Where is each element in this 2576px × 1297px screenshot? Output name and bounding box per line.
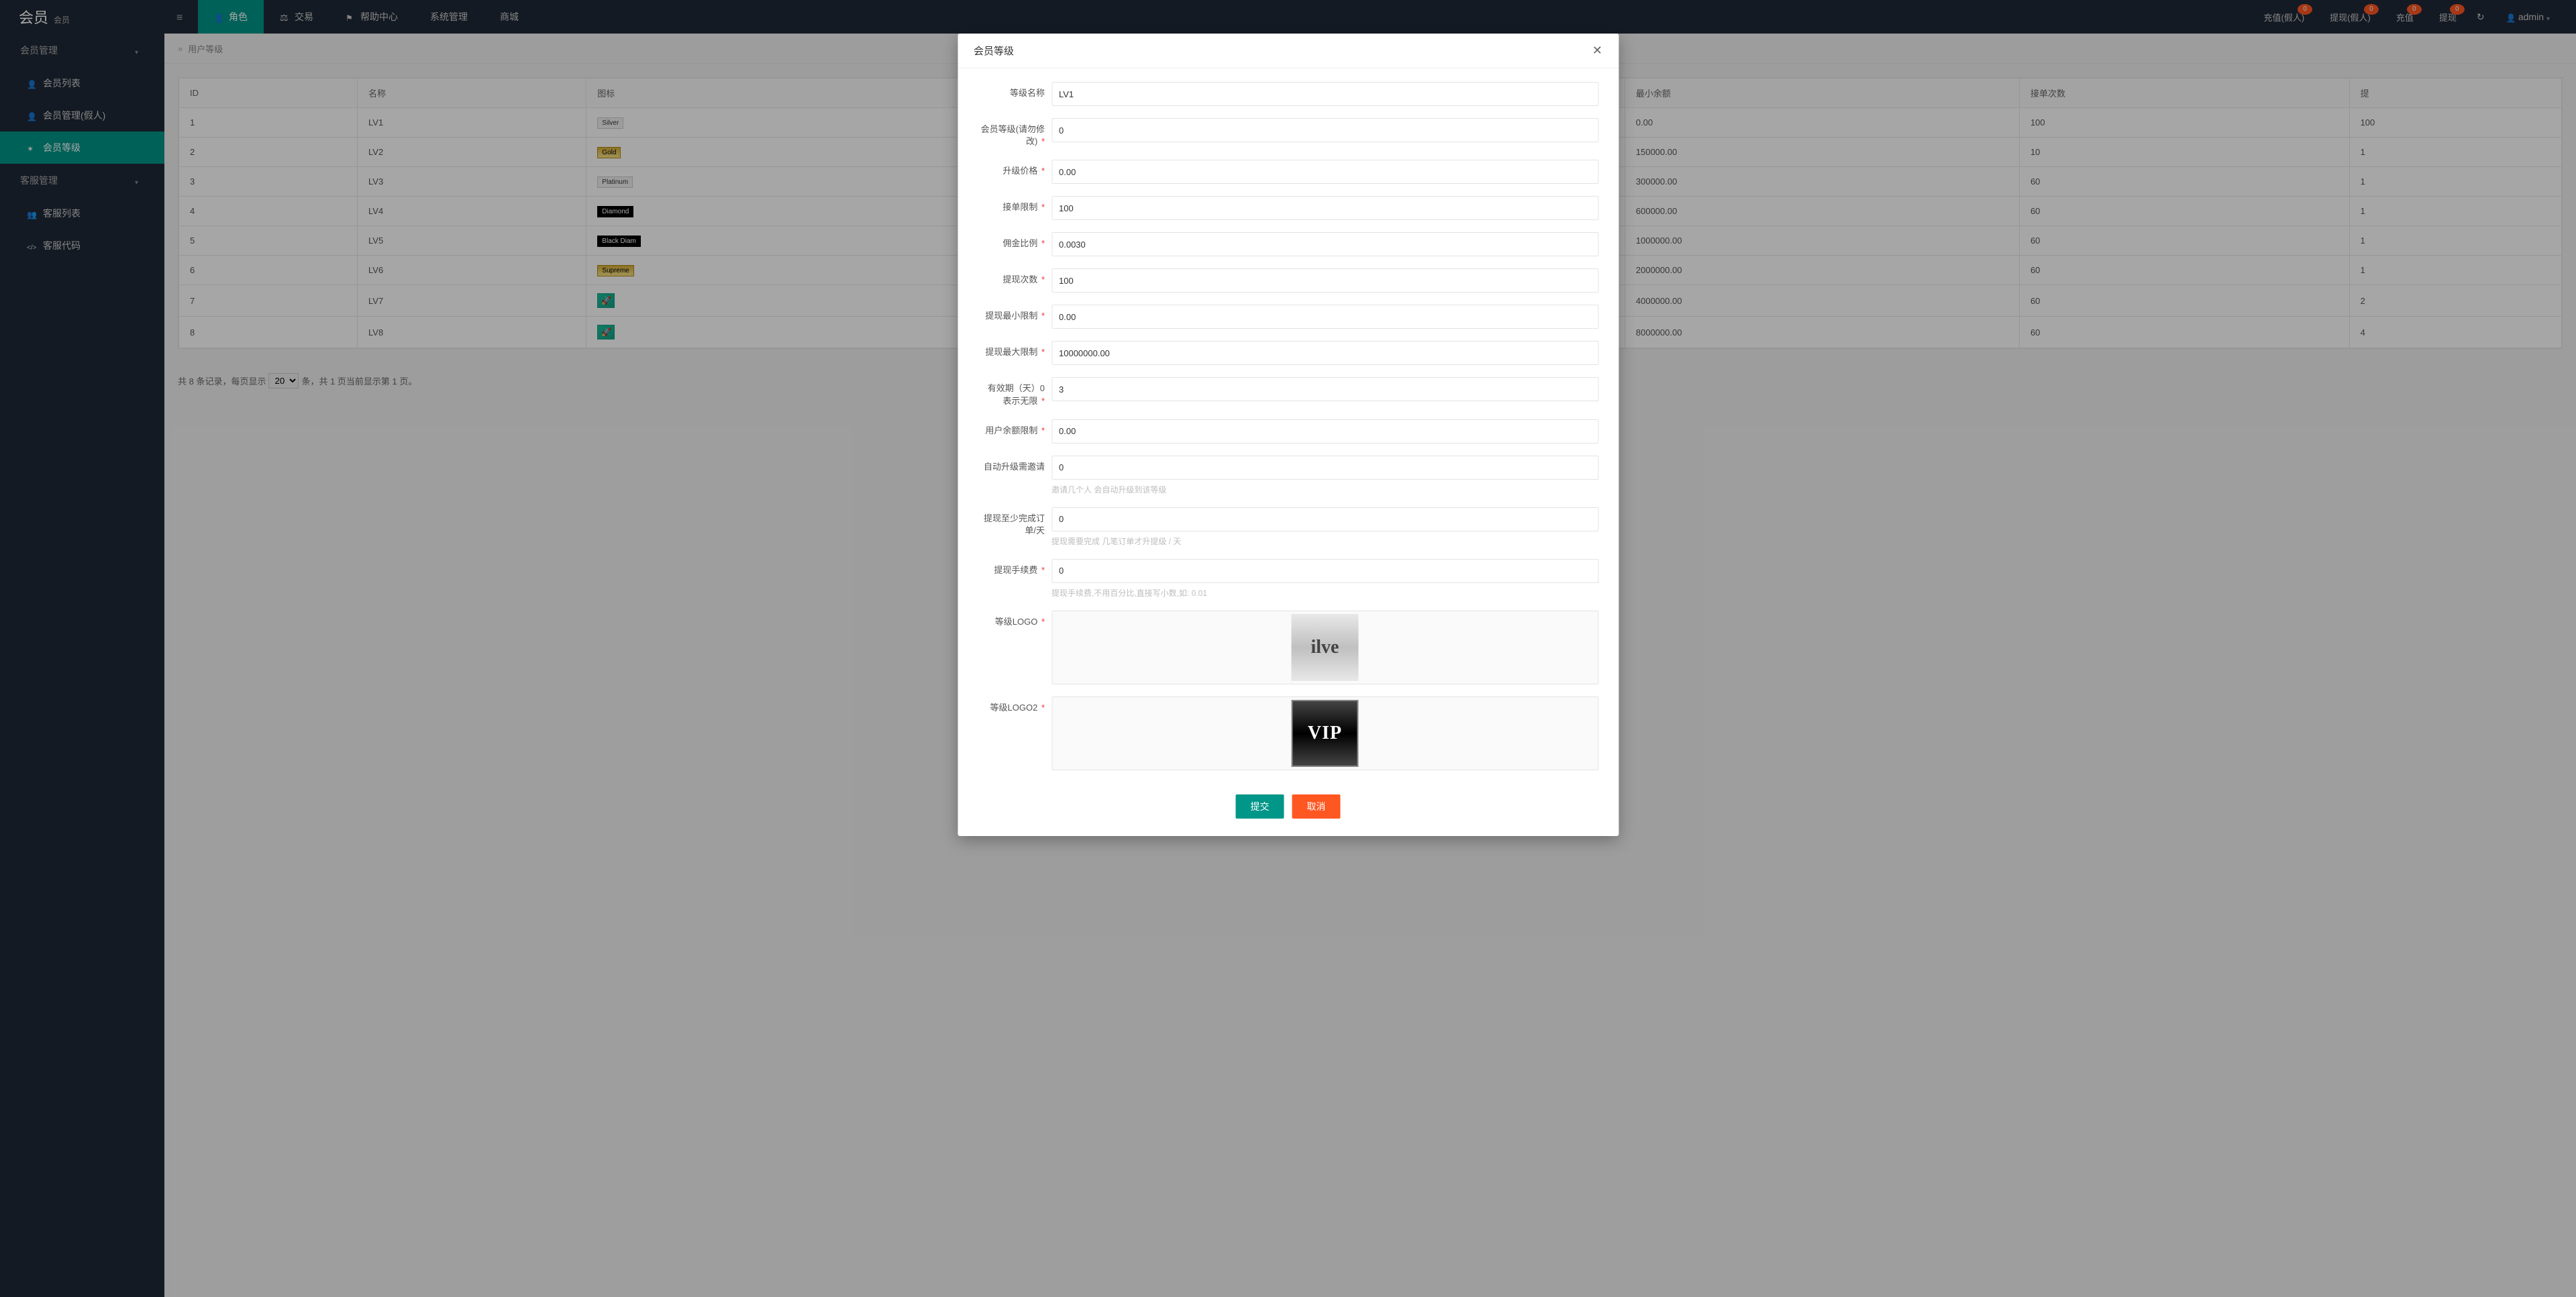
field-up: 升级价格 *: [978, 160, 1598, 184]
field-max: 提现最大限制 *: [978, 341, 1598, 365]
field-value-wrap: VIP: [1051, 696, 1598, 770]
input-level[interactable]: [1051, 118, 1598, 142]
field-inv: 自动升级需邀请邀请几个人 会自动升级到该等级: [978, 456, 1598, 495]
input-min[interactable]: [1051, 305, 1598, 329]
field-hint: 邀请几个人 会自动升级到该等级: [1051, 484, 1598, 495]
field-label: 自动升级需邀请: [978, 456, 1051, 473]
upload-logo1[interactable]: ilve: [1051, 611, 1598, 684]
field-label: 有效期（天）0 表示无限 *: [978, 377, 1051, 407]
input-ord[interactable]: [1051, 507, 1598, 531]
field-valid: 有效期（天）0 表示无限 *: [978, 377, 1598, 407]
field-hint: 提现需要完成 几笔订单才升提级 / 天: [1051, 535, 1598, 547]
input-accept[interactable]: [1051, 196, 1598, 220]
field-label: 提现手续费 *: [978, 559, 1051, 576]
modal-body: 等级名称会员等级(请勿修改) * 升级价格 * 接单限制 * 佣金比例 * 提现次数 *…: [958, 68, 1618, 782]
field-fee: 提现手续费 *提现手续费,不用百分比,直接写小数,如: 0.01: [978, 559, 1598, 599]
field-with: 提现次数 *: [978, 268, 1598, 293]
logo-preview: ilve: [1292, 614, 1359, 681]
field-value-wrap: 提现需要完成 几笔订单才升提级 / 天: [1051, 507, 1598, 547]
field-value-wrap: [1051, 268, 1598, 293]
modal-close-button[interactable]: ✕: [1592, 44, 1602, 58]
field-min: 提现最小限制 *: [978, 305, 1598, 329]
field-value-wrap: 邀请几个人 会自动升级到该等级: [1051, 456, 1598, 495]
field-rate: 佣金比例 *: [978, 232, 1598, 256]
field-level: 会员等级(请勿修改) *: [978, 118, 1598, 148]
field-value-wrap: [1051, 82, 1598, 106]
field-label: 会员等级(请勿修改) *: [978, 118, 1051, 148]
field-label: 等级LOGO *: [978, 611, 1051, 628]
field-label: 提现最大限制 *: [978, 341, 1051, 358]
field-label: 提现次数 *: [978, 268, 1051, 286]
input-valid[interactable]: [1051, 377, 1598, 401]
input-with[interactable]: [1051, 268, 1598, 293]
field-label: 接单限制 *: [978, 196, 1051, 213]
cancel-button[interactable]: 取消: [1292, 794, 1341, 819]
field-value-wrap: [1051, 419, 1598, 444]
field-value-wrap: [1051, 118, 1598, 142]
field-accept: 接单限制 *: [978, 196, 1598, 220]
logo-preview: VIP: [1292, 700, 1359, 767]
field-value-wrap: [1051, 160, 1598, 184]
field-label: 等级LOGO2 *: [978, 696, 1051, 714]
input-fee[interactable]: [1051, 559, 1598, 583]
modal-footer: 提交 取消: [958, 782, 1618, 836]
input-up[interactable]: [1051, 160, 1598, 184]
input-max[interactable]: [1051, 341, 1598, 365]
level-modal: 会员等级 ✕ 等级名称会员等级(请勿修改) * 升级价格 * 接单限制 * 佣金比例 …: [958, 34, 1618, 836]
field-label: 提现最小限制 *: [978, 305, 1051, 322]
field-value-wrap: [1051, 232, 1598, 256]
field-label: 佣金比例 *: [978, 232, 1051, 250]
field-value-wrap: [1051, 196, 1598, 220]
field-hint: 提现手续费,不用百分比,直接写小数,如: 0.01: [1051, 587, 1598, 599]
field-value-wrap: [1051, 305, 1598, 329]
modal-title: 会员等级: [974, 44, 1014, 58]
field-value-wrap: 提现手续费,不用百分比,直接写小数,如: 0.01: [1051, 559, 1598, 599]
field-bal: 用户余额限制 *: [978, 419, 1598, 444]
input-inv[interactable]: [1051, 456, 1598, 480]
field-logo1: 等级LOGO * ilve: [978, 611, 1598, 684]
field-ord: 提现至少完成订单/天提现需要完成 几笔订单才升提级 / 天: [978, 507, 1598, 547]
submit-button[interactable]: 提交: [1236, 794, 1284, 819]
field-label: 提现至少完成订单/天: [978, 507, 1051, 537]
field-value-wrap: [1051, 341, 1598, 365]
field-label: 等级名称: [978, 82, 1051, 99]
field-logo2: 等级LOGO2 * VIP: [978, 696, 1598, 770]
field-value-wrap: ilve: [1051, 611, 1598, 684]
upload-logo2[interactable]: VIP: [1051, 696, 1598, 770]
modal-header: 会员等级 ✕: [958, 34, 1618, 68]
field-label: 用户余额限制 *: [978, 419, 1051, 437]
field-name: 等级名称: [978, 82, 1598, 106]
input-name[interactable]: [1051, 82, 1598, 106]
input-rate[interactable]: [1051, 232, 1598, 256]
field-label: 升级价格 *: [978, 160, 1051, 177]
field-value-wrap: [1051, 377, 1598, 401]
input-bal[interactable]: [1051, 419, 1598, 444]
